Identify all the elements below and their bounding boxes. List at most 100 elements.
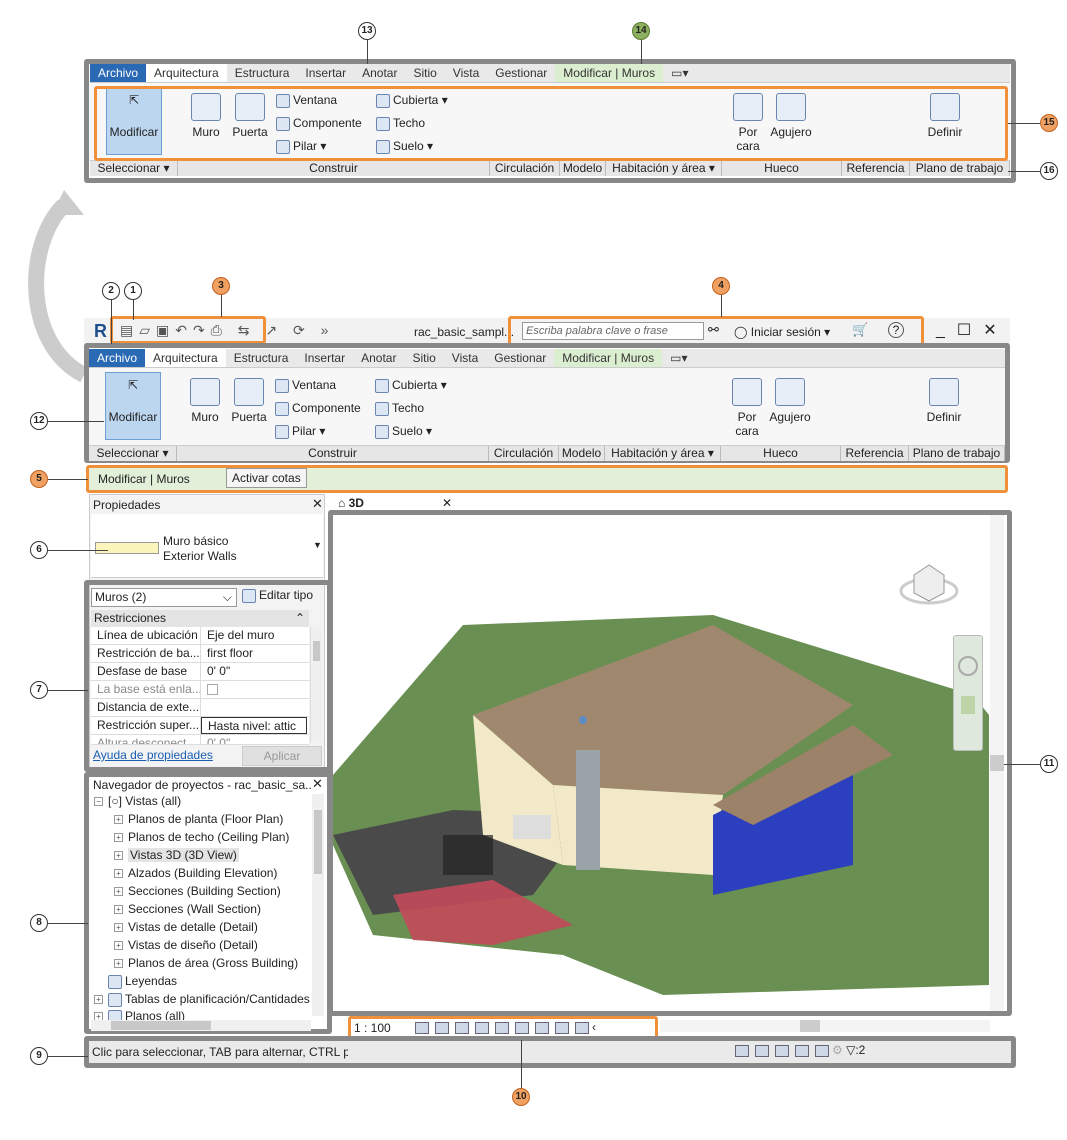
tree-item[interactable]: + Vistas de diseño (Detail) [114, 938, 258, 952]
floor-button[interactable]: Suelo ▾ [375, 424, 432, 439]
lock-view-icon[interactable] [575, 1021, 589, 1034]
visual-style-icon[interactable] [435, 1021, 449, 1034]
drawing-hscrollbar[interactable] [660, 1020, 990, 1032]
revit-logo[interactable]: R [94, 321, 107, 342]
tree-item[interactable]: + Planos de techo (Ceiling Plan) [114, 830, 289, 844]
activate-dimensions-button[interactable]: Activar cotas [226, 468, 307, 488]
by-face-button[interactable]: Por cara [729, 378, 765, 438]
panel-room-area[interactable]: Habitación y área ▾ [605, 446, 721, 461]
ceiling-button[interactable]: Techo [375, 401, 424, 416]
tab-arquitectura[interactable]: Arquitectura [145, 349, 226, 367]
constraints-group-header[interactable]: Restricciones ⌃ [91, 610, 309, 627]
close-icon[interactable]: ✕ [312, 776, 323, 792]
tab-estructura[interactable]: Estructura [226, 349, 297, 367]
tab-sitio[interactable]: Sitio [405, 64, 444, 82]
view-control-bar[interactable]: ‹ [412, 1020, 596, 1034]
panel-select[interactable]: Seleccionar ▾ [89, 446, 177, 461]
tab-archivo[interactable]: Archivo [90, 64, 147, 82]
browser-scrollbar[interactable] [312, 794, 324, 1016]
properties-scrollbar[interactable] [310, 627, 322, 743]
zoom-icon[interactable] [961, 696, 975, 714]
gear-icon[interactable]: ⚙ [832, 1043, 843, 1057]
roof-button[interactable]: Cubierta ▾ [375, 378, 447, 393]
column-button[interactable]: Pilar ▾ [275, 424, 325, 439]
select-by-face-icon[interactable] [795, 1044, 809, 1057]
tree-item[interactable]: + Alzados (Building Elevation) [114, 866, 277, 880]
tree-item-legends[interactable]: Leyendas [108, 974, 177, 989]
tree-root-views[interactable]: − [○] Vistas (all) [94, 794, 181, 808]
type-selector[interactable]: Muro básico Exterior Walls ▼ [91, 514, 323, 578]
steering-wheel-icon[interactable] [958, 656, 978, 676]
sun-path-icon[interactable] [455, 1021, 469, 1034]
browser-hscrollbar[interactable] [91, 1020, 311, 1031]
tab-vista[interactable]: Vista [445, 64, 487, 82]
type-filter-dropdown[interactable]: Muros (2) ⌵ [91, 588, 237, 607]
tab-gestionar[interactable]: Gestionar [486, 349, 554, 367]
view-scale[interactable]: 1 : 100 [354, 1021, 391, 1035]
temporary-hide-icon[interactable] [535, 1021, 549, 1034]
drawing-area[interactable] [333, 515, 989, 1011]
help-icon[interactable]: ? [888, 322, 904, 338]
select-links-icon[interactable] [735, 1044, 749, 1057]
edit-type-button[interactable]: Editar tipo [242, 588, 313, 603]
tab-archivo[interactable]: Archivo [89, 349, 146, 367]
property-row[interactable]: Restricción super... Hasta nivel: attic [91, 717, 309, 735]
tab-estructura[interactable]: Estructura [227, 64, 298, 82]
checkbox[interactable] [207, 684, 218, 696]
tab-sitio[interactable]: Sitio [404, 349, 443, 367]
tab-anotar[interactable]: Anotar [353, 349, 404, 367]
apply-button[interactable]: Aplicar [242, 746, 322, 766]
shaft-button[interactable]: Agujero [767, 378, 813, 424]
drag-elements-icon[interactable] [815, 1044, 829, 1057]
viewcube[interactable] [899, 555, 959, 605]
tree-item[interactable]: + Planos de área (Gross Building) [114, 956, 298, 970]
ribbon-toggle-icon[interactable]: ▭▾ [663, 64, 696, 82]
property-row[interactable]: Restricción de ba... first floor [91, 645, 309, 663]
tab-anotar[interactable]: Anotar [354, 64, 405, 82]
close-icon[interactable]: ✕ [312, 496, 323, 512]
tab-gestionar[interactable]: Gestionar [487, 64, 555, 82]
door-button[interactable]: Puerta [229, 378, 269, 424]
tree-item[interactable]: + Planos de planta (Floor Plan) [114, 812, 283, 826]
panel-select[interactable]: Seleccionar ▾ [90, 161, 178, 176]
cart-icon[interactable]: 🛒 [852, 322, 868, 338]
drawing-vscrollbar[interactable] [990, 515, 1004, 1011]
window-button[interactable]: Ventana [275, 378, 336, 393]
set-workplane-button[interactable]: Definir [921, 378, 967, 424]
properties-help-link[interactable]: Ayuda de propiedades [93, 748, 213, 762]
tab-insertar[interactable]: Insertar [296, 349, 353, 367]
property-row[interactable]: Distancia de exte... [91, 699, 309, 717]
3d-model-view[interactable] [333, 515, 989, 1011]
property-row[interactable]: La base está enla... [91, 681, 309, 699]
ribbon-toggle-icon[interactable]: ▭▾ [662, 349, 695, 367]
select-underlay-icon[interactable] [755, 1044, 769, 1057]
signin-button[interactable]: ◯ Iniciar sesión ▾ [734, 325, 830, 339]
property-row[interactable]: Desfase de base 0' 0" [91, 663, 309, 681]
tree-item[interactable]: + Secciones (Building Section) [114, 884, 281, 898]
tab-insertar[interactable]: Insertar [297, 64, 354, 82]
tab-vista[interactable]: Vista [444, 349, 486, 367]
shadows-icon[interactable] [475, 1021, 489, 1034]
selection-filters[interactable]: ⚙ ▽:2 [732, 1043, 865, 1057]
tree-item[interactable]: + Secciones (Wall Section) [114, 902, 261, 916]
filter-icon[interactable]: ▽ [846, 1043, 855, 1057]
search-input[interactable]: Escriba palabra clave o frase [522, 322, 704, 340]
chevron-left-icon[interactable]: ‹ [592, 1020, 596, 1034]
navigation-bar[interactable] [953, 635, 983, 751]
modify-button[interactable]: ⇱ Modificar [105, 378, 161, 424]
crop-icon[interactable] [515, 1021, 529, 1034]
tree-item-sheets[interactable]: + Planos (all) [94, 1009, 185, 1020]
detail-level-icon[interactable] [415, 1021, 429, 1034]
property-row[interactable]: Línea de ubicación Eje del muro [91, 627, 309, 645]
tab-modificar-muros[interactable]: Modificar | Muros [554, 349, 663, 367]
reveal-hidden-icon[interactable] [555, 1021, 569, 1034]
panel-room-area[interactable]: Habitación y área ▾ [606, 161, 722, 176]
property-row[interactable]: Altura desconect... 0' 0" [91, 735, 309, 745]
tab-arquitectura[interactable]: Arquitectura [146, 64, 227, 82]
window-controls[interactable]: _☐✕ [936, 320, 1009, 340]
wall-button[interactable]: Muro [185, 378, 225, 424]
tree-item[interactable]: + Vistas de detalle (Detail) [114, 920, 258, 934]
tree-item-selected[interactable]: + Vistas 3D (3D View) [114, 848, 239, 862]
binoculars-icon[interactable]: ⚯ [708, 322, 719, 338]
quick-access-toolbar[interactable]: ▤▱▣↶↷⎙ ⇆ ↗ ⟳ » [120, 322, 334, 339]
